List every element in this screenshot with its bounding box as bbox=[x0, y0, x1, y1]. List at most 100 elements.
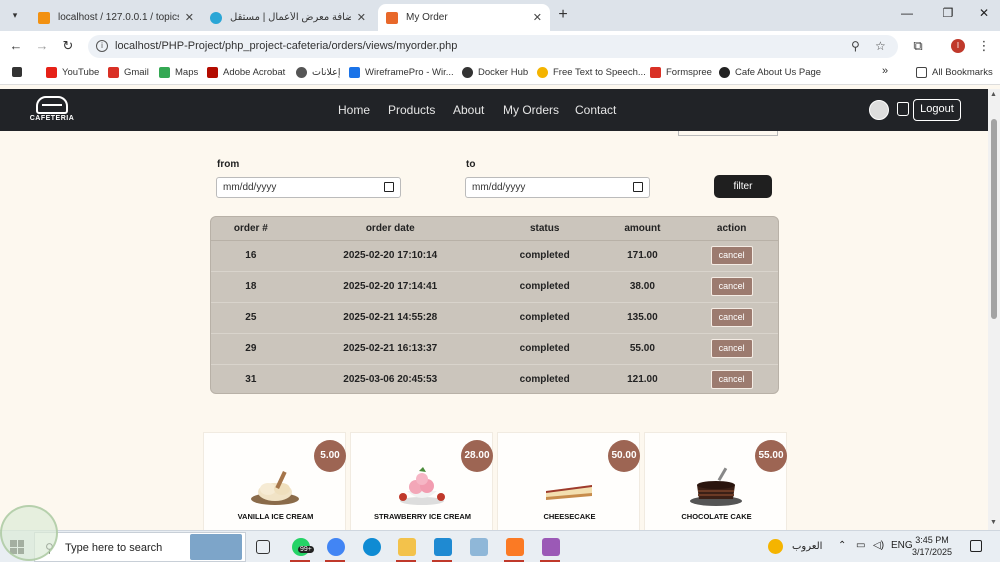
order-status: completed bbox=[519, 374, 570, 386]
github-icon bbox=[719, 67, 730, 78]
more-bookmarks-icon[interactable]: » bbox=[882, 65, 888, 77]
bookmark-maps[interactable]: Maps bbox=[159, 67, 198, 78]
to-date-input[interactable]: mm/dd/yyyy bbox=[465, 177, 650, 198]
bookmark-formspree[interactable]: Formspree bbox=[650, 67, 712, 78]
bookmark-cafe-about[interactable]: Cafe About Us Page bbox=[719, 67, 821, 78]
menu-icon[interactable]: ⋮ bbox=[976, 38, 992, 54]
minimize-icon[interactable]: — bbox=[897, 6, 917, 20]
calendar-icon[interactable] bbox=[384, 182, 394, 192]
order-status: completed bbox=[489, 240, 600, 272]
extensions-icon[interactable]: ⧉ bbox=[910, 38, 926, 54]
close-icon[interactable]: ✕ bbox=[533, 11, 542, 24]
phpmyadmin-icon bbox=[38, 11, 50, 24]
language-indicator[interactable]: ENG bbox=[891, 540, 913, 551]
reload-icon[interactable]: ↻ bbox=[60, 38, 76, 54]
bookmark-docker-hub[interactable]: Docker Hub bbox=[462, 67, 528, 78]
chocolate-cake-image bbox=[690, 467, 742, 506]
bookmark-wireframepro[interactable]: WireframePro - Wir... bbox=[349, 67, 454, 78]
clock[interactable]: 3:45 PM 3/17/2025 bbox=[912, 534, 952, 558]
weather-icon[interactable] bbox=[768, 539, 783, 554]
landscape-widget-icon[interactable] bbox=[190, 534, 242, 560]
nav-products[interactable]: Products bbox=[388, 103, 435, 117]
order-id: 18 bbox=[211, 271, 291, 303]
cancel-button[interactable]: cancel bbox=[710, 370, 753, 390]
strawberry-ice-cream-image bbox=[399, 467, 445, 505]
logout-button[interactable]: Logout bbox=[913, 99, 961, 121]
zoom-icon[interactable]: ⚲ bbox=[851, 39, 860, 53]
close-icon[interactable]: ✕ bbox=[357, 11, 366, 24]
cart-icon[interactable] bbox=[897, 102, 909, 116]
product-name: CHOCOLATE CAKE bbox=[681, 512, 752, 521]
scroll-down-icon[interactable]: ▼ bbox=[990, 519, 997, 526]
site-navbar: CAFETERIA Home Products About My Orders … bbox=[0, 89, 988, 131]
scroll-thumb[interactable] bbox=[991, 119, 997, 319]
close-icon[interactable]: ✕ bbox=[185, 11, 194, 24]
order-id: 16 bbox=[211, 240, 291, 272]
to-label: to bbox=[466, 159, 476, 170]
tab-my-order[interactable]: My Order ✕ bbox=[378, 4, 550, 31]
task-view-icon[interactable] bbox=[256, 540, 270, 554]
bookmark-ads[interactable]: إعلانات bbox=[296, 67, 340, 78]
volume-icon[interactable]: ◁) bbox=[873, 540, 884, 551]
cancel-button[interactable]: cancel bbox=[710, 277, 753, 296]
cancel-button[interactable]: cancel bbox=[710, 246, 753, 265]
speech-icon bbox=[537, 67, 548, 78]
app-icon[interactable] bbox=[470, 538, 488, 556]
address-bar[interactable]: i localhost/PHP-Project/php_project-cafe… bbox=[88, 35, 898, 58]
bookmark-youtube[interactable]: YouTube bbox=[46, 67, 99, 78]
notification-icon[interactable] bbox=[970, 540, 982, 552]
xampp-icon[interactable] bbox=[506, 538, 524, 556]
header-order-date: order date bbox=[290, 217, 490, 241]
bookmark-text-to-speech[interactable]: Free Text to Speech... bbox=[537, 67, 646, 78]
chrome-icon[interactable] bbox=[327, 538, 345, 556]
figma-icon[interactable] bbox=[542, 538, 560, 556]
order-id: 29 bbox=[211, 333, 291, 365]
vscode-icon[interactable] bbox=[434, 538, 452, 556]
product-card[interactable]: 5.00 VANILLA ICE CREAM bbox=[203, 432, 346, 532]
from-date-input[interactable]: mm/dd/yyyy bbox=[216, 177, 401, 198]
back-icon[interactable]: ← bbox=[8, 38, 24, 54]
scroll-up-icon[interactable]: ▲ bbox=[990, 91, 997, 98]
page-scrollbar[interactable]: ▲ ▼ bbox=[988, 89, 1000, 530]
nav-about[interactable]: About bbox=[453, 103, 484, 117]
cancel-button[interactable]: cancel bbox=[710, 339, 753, 358]
nav-contact[interactable]: Contact bbox=[575, 103, 616, 117]
product-card[interactable]: 50.00 CHEESECAKE bbox=[497, 432, 640, 532]
acrobat-icon bbox=[207, 67, 218, 78]
bookmark-gmail[interactable]: Gmail bbox=[108, 67, 149, 78]
nav-my-orders[interactable]: My Orders bbox=[503, 103, 559, 117]
bookmarks-bar: YouTube Gmail Maps Adobe Acrobat إعلانات… bbox=[0, 61, 1000, 85]
chevron-up-icon[interactable]: ⌃ bbox=[838, 540, 846, 551]
order-status: completed bbox=[489, 271, 600, 303]
cafeteria-logo[interactable]: CAFETERIA bbox=[27, 96, 77, 126]
apps-icon[interactable] bbox=[12, 67, 27, 77]
profile-avatar[interactable]: I bbox=[951, 39, 965, 53]
user-avatar[interactable] bbox=[869, 100, 889, 120]
cancel-button[interactable]: cancel bbox=[710, 308, 753, 327]
price-badge: 55.00 bbox=[755, 440, 787, 472]
calendar-icon[interactable] bbox=[633, 182, 643, 192]
bookmark-star-icon[interactable]: ☆ bbox=[875, 39, 886, 53]
globe-icon bbox=[296, 67, 307, 78]
nav-home[interactable]: Home bbox=[338, 103, 370, 117]
order-amount: 121.00 bbox=[627, 374, 658, 386]
new-tab-button[interactable]: + bbox=[554, 6, 572, 24]
tab-search-icon[interactable]: ▾ bbox=[6, 6, 24, 24]
tab-mostaql[interactable]: إضافة معرض الأعمال | مستقل ✕ bbox=[202, 4, 374, 31]
file-explorer-icon[interactable] bbox=[398, 538, 416, 556]
product-card[interactable]: 55.00 CHOCOLATE CAKE bbox=[644, 432, 787, 532]
site-info-icon[interactable]: i bbox=[96, 40, 108, 52]
all-bookmarks[interactable]: All Bookmarks bbox=[916, 67, 993, 78]
product-card[interactable]: 28.00 STRAWBERRY ICE CREAM bbox=[350, 432, 493, 532]
network-icon[interactable]: ▭ bbox=[856, 540, 865, 551]
price-badge: 28.00 bbox=[461, 440, 493, 472]
tab-phpmyadmin[interactable]: localhost / 127.0.0.1 / topics | p ✕ bbox=[30, 4, 202, 31]
restore-icon[interactable]: ❐ bbox=[938, 6, 958, 20]
close-window-icon[interactable]: ✕ bbox=[974, 6, 994, 20]
folder-icon bbox=[916, 67, 927, 78]
edge-icon[interactable] bbox=[363, 538, 381, 556]
bookmark-adobe-acrobat[interactable]: Adobe Acrobat bbox=[207, 67, 285, 78]
order-status: completed bbox=[489, 302, 600, 334]
filter-button[interactable]: filter bbox=[714, 175, 772, 198]
forward-icon[interactable]: → bbox=[34, 38, 50, 54]
